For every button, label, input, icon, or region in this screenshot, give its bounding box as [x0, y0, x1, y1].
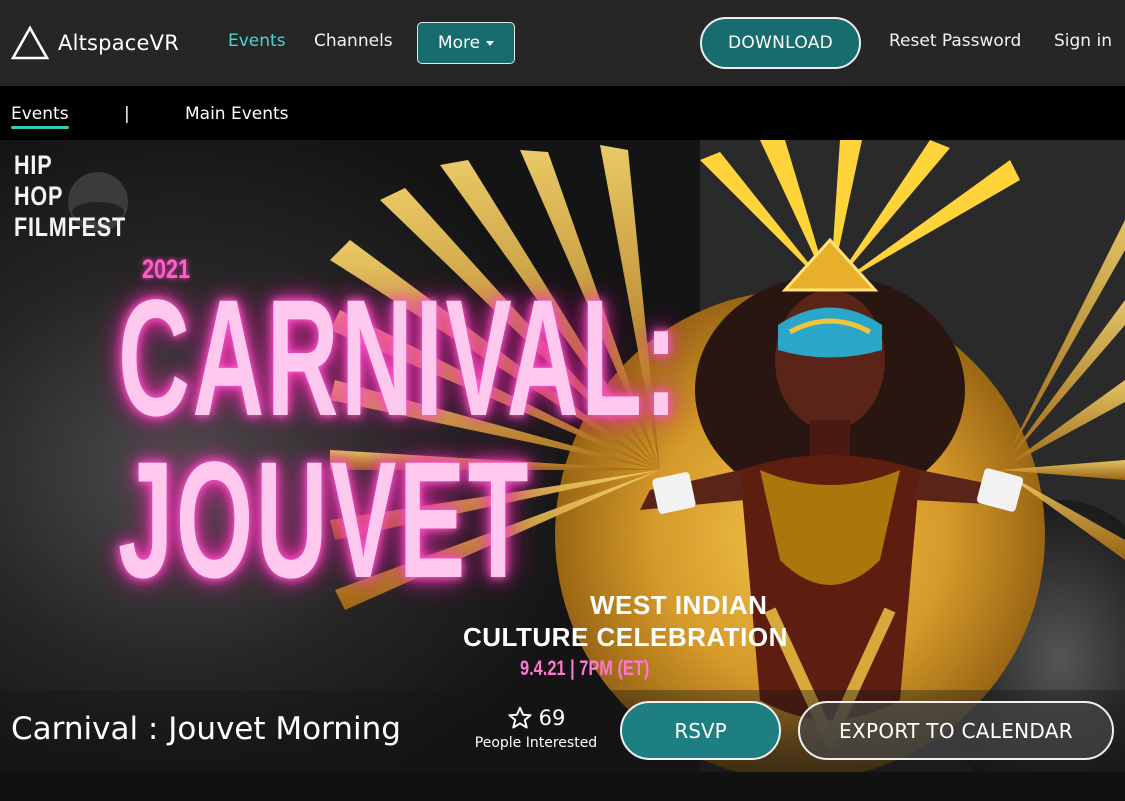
export-to-calendar-button[interactable]: EXPORT TO CALENDAR	[798, 701, 1114, 760]
headline-line-2: JOUVET	[118, 428, 531, 613]
reset-password-link[interactable]: Reset Password	[889, 31, 1021, 51]
subnav-tab-main-events[interactable]: Main Events	[185, 104, 289, 124]
headline-line-1: CARNIVAL:	[118, 266, 680, 451]
nav-link-events[interactable]: Events	[228, 31, 286, 51]
festival-line-3: FILMFEST	[14, 212, 126, 242]
interest-counter[interactable]: 69 People Interested	[466, 703, 606, 751]
active-tab-underline	[11, 126, 69, 129]
festival-brand: HIP HOP FILMFEST 2021	[14, 150, 194, 284]
download-button[interactable]: DOWNLOAD	[700, 17, 861, 69]
top-navigation-bar: AltspaceVR Events Channels More DOWNLOAD…	[0, 0, 1125, 86]
nav-link-channels[interactable]: Channels	[314, 31, 393, 51]
rsvp-button[interactable]: RSVP	[620, 701, 781, 760]
event-title: Carnival : Jouvet Morning	[11, 711, 401, 747]
hero-headline: CARNIVAL: JOUVET	[118, 276, 678, 604]
interested-label: People Interested	[474, 735, 598, 751]
sub-navigation-bar: Events | Main Events	[0, 86, 1125, 140]
caret-down-icon	[486, 40, 495, 46]
more-label: More	[437, 33, 481, 53]
subnav-separator: |	[124, 104, 130, 124]
page-footer-strip	[0, 772, 1125, 801]
brand-logo[interactable]: AltspaceVR	[10, 24, 179, 62]
subnav-tab-events[interactable]: Events	[11, 104, 69, 124]
sign-in-link[interactable]: Sign in	[1054, 31, 1112, 51]
triangle-logo-icon	[10, 25, 50, 60]
festival-line-2: HOP	[14, 181, 64, 211]
interested-count: 69	[538, 706, 566, 730]
event-hero-banner: HIP HOP FILMFEST 2021 CARNIVAL: JOUVET W…	[0, 140, 1125, 772]
hero-subtitle-line-2: CULTURE CELEBRATION	[463, 622, 788, 652]
festival-line-1: HIP	[14, 150, 53, 180]
hero-date-time: 9.4.21 | 7PM (ET)	[520, 657, 650, 680]
brand-name: AltspaceVR	[58, 31, 179, 55]
star-outline-icon[interactable]	[507, 705, 533, 731]
more-dropdown-button[interactable]: More	[417, 22, 515, 64]
hero-subtitle-line-1: WEST INDIAN	[590, 590, 768, 620]
